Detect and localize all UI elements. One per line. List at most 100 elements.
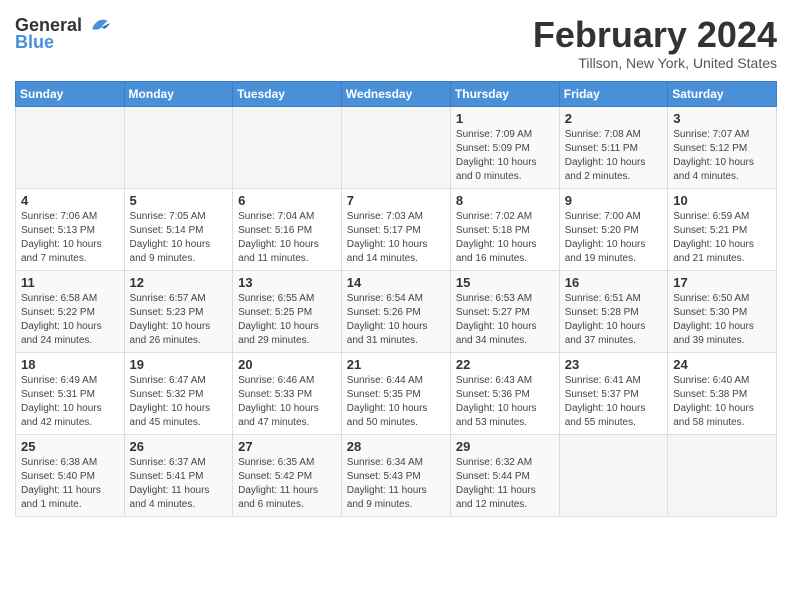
page-header: General Blue February 2024 Tillson, New … bbox=[15, 15, 777, 71]
day-number: 16 bbox=[565, 275, 662, 290]
day-number: 15 bbox=[456, 275, 554, 290]
calendar-table: SundayMondayTuesdayWednesdayThursdayFrid… bbox=[15, 81, 777, 517]
calendar-cell: 8 Sunrise: 7:02 AMSunset: 5:18 PMDaylight… bbox=[450, 188, 559, 270]
day-of-week-header: Thursday bbox=[450, 81, 559, 106]
day-info: Sunrise: 7:06 AMSunset: 5:13 PMDaylight:… bbox=[21, 210, 119, 266]
day-info: Sunrise: 6:54 AMSunset: 5:26 PMDaylight:… bbox=[347, 292, 445, 348]
calendar-cell: 24 Sunrise: 6:40 AMSunset: 5:38 PMDayligh… bbox=[668, 352, 777, 434]
calendar-cell: 15 Sunrise: 6:53 AMSunset: 5:27 PMDayligh… bbox=[450, 270, 559, 352]
day-number: 6 bbox=[238, 193, 336, 208]
day-number: 12 bbox=[130, 275, 228, 290]
day-number: 17 bbox=[673, 275, 771, 290]
day-number: 9 bbox=[565, 193, 662, 208]
day-info: Sunrise: 6:40 AMSunset: 5:38 PMDaylight:… bbox=[673, 374, 771, 430]
calendar-cell: 18Sunrise: 6:49 AMSunset: 5:31 PMDayligh… bbox=[16, 352, 125, 434]
day-number: 28 bbox=[347, 439, 445, 454]
calendar-cell: 20Sunrise: 6:46 AMSunset: 5:33 PMDayligh… bbox=[233, 352, 342, 434]
day-number: 5 bbox=[130, 193, 228, 208]
calendar-week-row: 1 Sunrise: 7:09 AMSunset: 5:09 PMDaylight… bbox=[16, 106, 777, 188]
calendar-cell: 2 Sunrise: 7:08 AMSunset: 5:11 PMDaylight… bbox=[559, 106, 667, 188]
day-number: 2 bbox=[565, 111, 662, 126]
calendar-cell: 12 Sunrise: 6:57 AMSunset: 5:23 PMDayligh… bbox=[124, 270, 233, 352]
day-number: 10 bbox=[673, 193, 771, 208]
day-number: 22 bbox=[456, 357, 554, 372]
logo-blue-text: Blue bbox=[15, 32, 54, 53]
day-info: Sunrise: 6:37 AMSunset: 5:41 PMDaylight:… bbox=[130, 456, 228, 512]
calendar-cell: 16 Sunrise: 6:51 AMSunset: 5:28 PMDayligh… bbox=[559, 270, 667, 352]
day-info: Sunrise: 6:55 AMSunset: 5:25 PMDaylight:… bbox=[238, 292, 336, 348]
location: Tillson, New York, United States bbox=[533, 55, 777, 71]
day-info: Sunrise: 6:50 AMSunset: 5:30 PMDaylight:… bbox=[673, 292, 771, 348]
day-of-week-header: Monday bbox=[124, 81, 233, 106]
calendar-cell: 7 Sunrise: 7:03 AMSunset: 5:17 PMDaylight… bbox=[341, 188, 450, 270]
day-info: Sunrise: 7:09 AMSunset: 5:09 PMDaylight:… bbox=[456, 128, 554, 184]
day-number: 14 bbox=[347, 275, 445, 290]
day-info: Sunrise: 7:05 AMSunset: 5:14 PMDaylight:… bbox=[130, 210, 228, 266]
day-number: 25 bbox=[21, 439, 119, 454]
day-number: 24 bbox=[673, 357, 771, 372]
calendar-cell: 5 Sunrise: 7:05 AMSunset: 5:14 PMDaylight… bbox=[124, 188, 233, 270]
calendar-cell: 11Sunrise: 6:58 AMSunset: 5:22 PMDayligh… bbox=[16, 270, 125, 352]
day-number: 13 bbox=[238, 275, 336, 290]
day-number: 26 bbox=[130, 439, 228, 454]
day-info: Sunrise: 6:59 AMSunset: 5:21 PMDaylight:… bbox=[673, 210, 771, 266]
calendar-week-row: 18Sunrise: 6:49 AMSunset: 5:31 PMDayligh… bbox=[16, 352, 777, 434]
day-of-week-header: Sunday bbox=[16, 81, 125, 106]
day-of-week-header: Tuesday bbox=[233, 81, 342, 106]
day-info: Sunrise: 6:53 AMSunset: 5:27 PMDaylight:… bbox=[456, 292, 554, 348]
day-info: Sunrise: 6:41 AMSunset: 5:37 PMDaylight:… bbox=[565, 374, 662, 430]
calendar-cell: 25Sunrise: 6:38 AMSunset: 5:40 PMDayligh… bbox=[16, 434, 125, 516]
calendar-cell bbox=[668, 434, 777, 516]
calendar-cell: 6Sunrise: 7:04 AMSunset: 5:16 PMDaylight… bbox=[233, 188, 342, 270]
calendar-cell: 1 Sunrise: 7:09 AMSunset: 5:09 PMDaylight… bbox=[450, 106, 559, 188]
calendar-cell: 17 Sunrise: 6:50 AMSunset: 5:30 PMDayligh… bbox=[668, 270, 777, 352]
calendar-week-row: 11Sunrise: 6:58 AMSunset: 5:22 PMDayligh… bbox=[16, 270, 777, 352]
day-info: Sunrise: 7:02 AMSunset: 5:18 PMDaylight:… bbox=[456, 210, 554, 266]
day-info: Sunrise: 6:58 AMSunset: 5:22 PMDaylight:… bbox=[21, 292, 119, 348]
day-of-week-header: Friday bbox=[559, 81, 667, 106]
day-info: Sunrise: 7:07 AMSunset: 5:12 PMDaylight:… bbox=[673, 128, 771, 184]
calendar-body: 1 Sunrise: 7:09 AMSunset: 5:09 PMDaylight… bbox=[16, 106, 777, 516]
logo: General Blue bbox=[15, 15, 114, 53]
day-info: Sunrise: 6:51 AMSunset: 5:28 PMDaylight:… bbox=[565, 292, 662, 348]
day-number: 4 bbox=[21, 193, 119, 208]
day-number: 8 bbox=[456, 193, 554, 208]
logo-bird-icon bbox=[86, 17, 114, 35]
day-info: Sunrise: 6:57 AMSunset: 5:23 PMDaylight:… bbox=[130, 292, 228, 348]
day-number: 7 bbox=[347, 193, 445, 208]
day-number: 1 bbox=[456, 111, 554, 126]
day-info: Sunrise: 6:47 AMSunset: 5:32 PMDaylight:… bbox=[130, 374, 228, 430]
day-info: Sunrise: 6:46 AMSunset: 5:33 PMDaylight:… bbox=[238, 374, 336, 430]
day-number: 21 bbox=[347, 357, 445, 372]
day-of-week-header: Wednesday bbox=[341, 81, 450, 106]
calendar-cell: 19 Sunrise: 6:47 AMSunset: 5:32 PMDayligh… bbox=[124, 352, 233, 434]
day-of-week-header: Saturday bbox=[668, 81, 777, 106]
calendar-cell: 10 Sunrise: 6:59 AMSunset: 5:21 PMDayligh… bbox=[668, 188, 777, 270]
calendar-cell: 28Sunrise: 6:34 AMSunset: 5:43 PMDayligh… bbox=[341, 434, 450, 516]
day-info: Sunrise: 7:03 AMSunset: 5:17 PMDaylight:… bbox=[347, 210, 445, 266]
calendar-cell: 29Sunrise: 6:32 AMSunset: 5:44 PMDayligh… bbox=[450, 434, 559, 516]
day-info: Sunrise: 6:49 AMSunset: 5:31 PMDaylight:… bbox=[21, 374, 119, 430]
day-info: Sunrise: 6:35 AMSunset: 5:42 PMDaylight:… bbox=[238, 456, 336, 512]
calendar-cell: 3 Sunrise: 7:07 AMSunset: 5:12 PMDaylight… bbox=[668, 106, 777, 188]
day-number: 23 bbox=[565, 357, 662, 372]
calendar-cell: 27Sunrise: 6:35 AMSunset: 5:42 PMDayligh… bbox=[233, 434, 342, 516]
calendar-cell: 23 Sunrise: 6:41 AMSunset: 5:37 PMDayligh… bbox=[559, 352, 667, 434]
day-info: Sunrise: 7:08 AMSunset: 5:11 PMDaylight:… bbox=[565, 128, 662, 184]
day-info: Sunrise: 7:00 AMSunset: 5:20 PMDaylight:… bbox=[565, 210, 662, 266]
calendar-cell bbox=[341, 106, 450, 188]
day-number: 3 bbox=[673, 111, 771, 126]
calendar-cell bbox=[16, 106, 125, 188]
calendar-week-row: 4 Sunrise: 7:06 AMSunset: 5:13 PMDaylight… bbox=[16, 188, 777, 270]
calendar-cell: 13 Sunrise: 6:55 AMSunset: 5:25 PMDayligh… bbox=[233, 270, 342, 352]
day-number: 29 bbox=[456, 439, 554, 454]
month-title: February 2024 bbox=[533, 15, 777, 55]
calendar-cell: 4 Sunrise: 7:06 AMSunset: 5:13 PMDaylight… bbox=[16, 188, 125, 270]
calendar-header: SundayMondayTuesdayWednesdayThursdayFrid… bbox=[16, 81, 777, 106]
day-info: Sunrise: 6:43 AMSunset: 5:36 PMDaylight:… bbox=[456, 374, 554, 430]
calendar-cell bbox=[124, 106, 233, 188]
calendar-cell: 9 Sunrise: 7:00 AMSunset: 5:20 PMDaylight… bbox=[559, 188, 667, 270]
calendar-cell: 14 Sunrise: 6:54 AMSunset: 5:26 PMDayligh… bbox=[341, 270, 450, 352]
day-number: 19 bbox=[130, 357, 228, 372]
title-block: February 2024 Tillson, New York, United … bbox=[533, 15, 777, 71]
